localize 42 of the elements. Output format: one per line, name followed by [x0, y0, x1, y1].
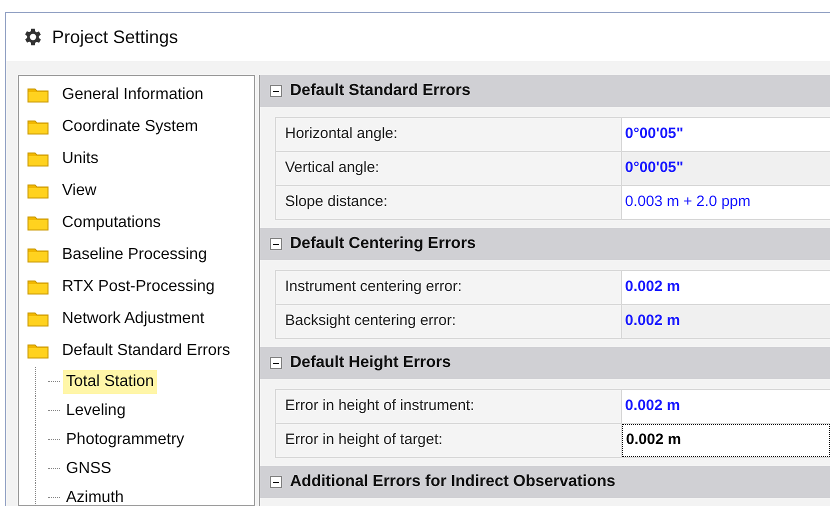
collapse-icon[interactable] — [270, 476, 282, 488]
section-title: Default Standard Errors — [290, 81, 470, 101]
sidebar-item[interactable]: Units — [62, 147, 98, 171]
property-value[interactable]: 0.003 m + 2.0 ppm — [622, 186, 830, 219]
sidebar-item[interactable]: RTX Post-Processing — [62, 275, 215, 299]
folder-icon — [27, 87, 49, 103]
folder-icon — [27, 183, 49, 199]
property-value[interactable]: 0.002 m — [622, 271, 830, 304]
collapse-icon[interactable] — [270, 357, 282, 369]
section-header[interactable]: Default Centering Errors — [260, 228, 830, 260]
sidebar-item[interactable]: View — [62, 179, 96, 203]
section-header[interactable]: Default Height Errors — [260, 347, 830, 379]
property-value[interactable]: 0°00'05" — [622, 118, 830, 151]
section-title: Additional Errors for Indirect Observations — [290, 472, 616, 492]
collapse-icon[interactable] — [270, 85, 282, 97]
sidebar-item[interactable]: Computations — [62, 211, 161, 235]
sidebar-item[interactable]: Default Standard Errors — [62, 339, 230, 363]
collapse-icon[interactable] — [270, 238, 282, 250]
folder-icon — [27, 215, 49, 231]
sidebar-item[interactable]: GNSS — [63, 456, 114, 480]
property-value[interactable]: 0.002 m — [622, 390, 830, 423]
sidebar-item[interactable]: General Information — [62, 83, 204, 107]
folder-icon — [27, 119, 49, 135]
window-title: Project Settings — [52, 26, 178, 49]
sidebar-item[interactable]: Coordinate System — [62, 115, 198, 139]
sidebar-item[interactable]: Azimuth — [63, 486, 127, 506]
folder-icon — [27, 151, 49, 167]
folder-icon — [27, 279, 49, 295]
section-header[interactable]: Additional Errors for Indirect Observations — [260, 466, 830, 498]
folder-icon — [27, 247, 49, 263]
sidebar-item[interactable]: Photogrammetry — [63, 428, 188, 452]
folder-icon — [27, 311, 49, 327]
sidebar-item[interactable]: Leveling — [63, 398, 129, 422]
property-value[interactable]: 0.002 m — [622, 424, 830, 457]
folder-icon — [27, 343, 49, 359]
sidebar-item[interactable]: Network Adjustment — [62, 307, 204, 331]
section-header[interactable]: Default Standard Errors — [260, 75, 830, 107]
section-title: Default Centering Errors — [290, 234, 476, 254]
sidebar-item[interactable]: Baseline Processing — [62, 243, 207, 267]
sidebar-item[interactable]: Total Station — [63, 370, 158, 394]
section-title: Default Height Errors — [290, 353, 451, 373]
settings-icon — [22, 26, 44, 48]
